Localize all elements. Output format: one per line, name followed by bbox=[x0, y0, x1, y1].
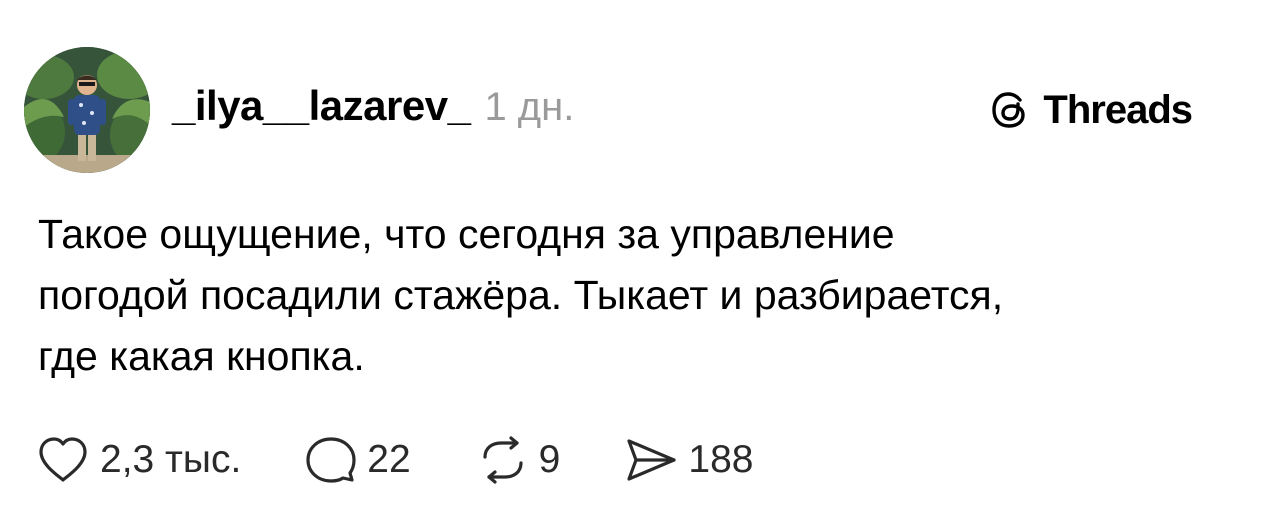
share-count: 188 bbox=[688, 438, 754, 481]
username[interactable]: _ilya__lazarev_ bbox=[172, 82, 471, 130]
avatar-photo bbox=[24, 47, 150, 173]
post-header: _ilya__lazarev_ 1 дн. bbox=[172, 82, 574, 138]
repost-icon bbox=[483, 436, 523, 484]
threads-post-card: _ilya__lazarev_ 1 дн. Threads Такое ощущ… bbox=[0, 0, 1280, 511]
post-text-line: погодой посадили стажёра. Тыкает и разби… bbox=[38, 272, 1004, 318]
post-actions: 2,3 тыс. 22 9 188 bbox=[36, 432, 753, 488]
threads-brand: Threads bbox=[989, 85, 1193, 135]
post-text-line: где какая кнопка. bbox=[38, 333, 365, 379]
share-icon bbox=[627, 439, 676, 481]
repost-count: 9 bbox=[538, 438, 561, 481]
share-button[interactable]: 188 bbox=[624, 435, 753, 485]
heart-icon bbox=[39, 437, 87, 482]
reply-count: 22 bbox=[367, 438, 411, 481]
brand-name: Threads bbox=[1043, 87, 1193, 132]
comment-icon bbox=[306, 437, 356, 483]
post-body: Такое ощущение, что сегодня за управлени… bbox=[38, 204, 1248, 387]
reply-button[interactable]: 22 bbox=[305, 435, 411, 485]
threads-logo-icon bbox=[992, 92, 1026, 128]
repost-button[interactable]: 9 bbox=[477, 435, 561, 485]
post-time: 1 дн. bbox=[484, 85, 575, 129]
post-text-line: Такое ощущение, что сегодня за управлени… bbox=[38, 211, 895, 257]
like-count: 2,3 тыс. bbox=[100, 438, 242, 481]
like-button[interactable]: 2,3 тыс. bbox=[36, 435, 241, 485]
avatar[interactable] bbox=[24, 47, 150, 173]
